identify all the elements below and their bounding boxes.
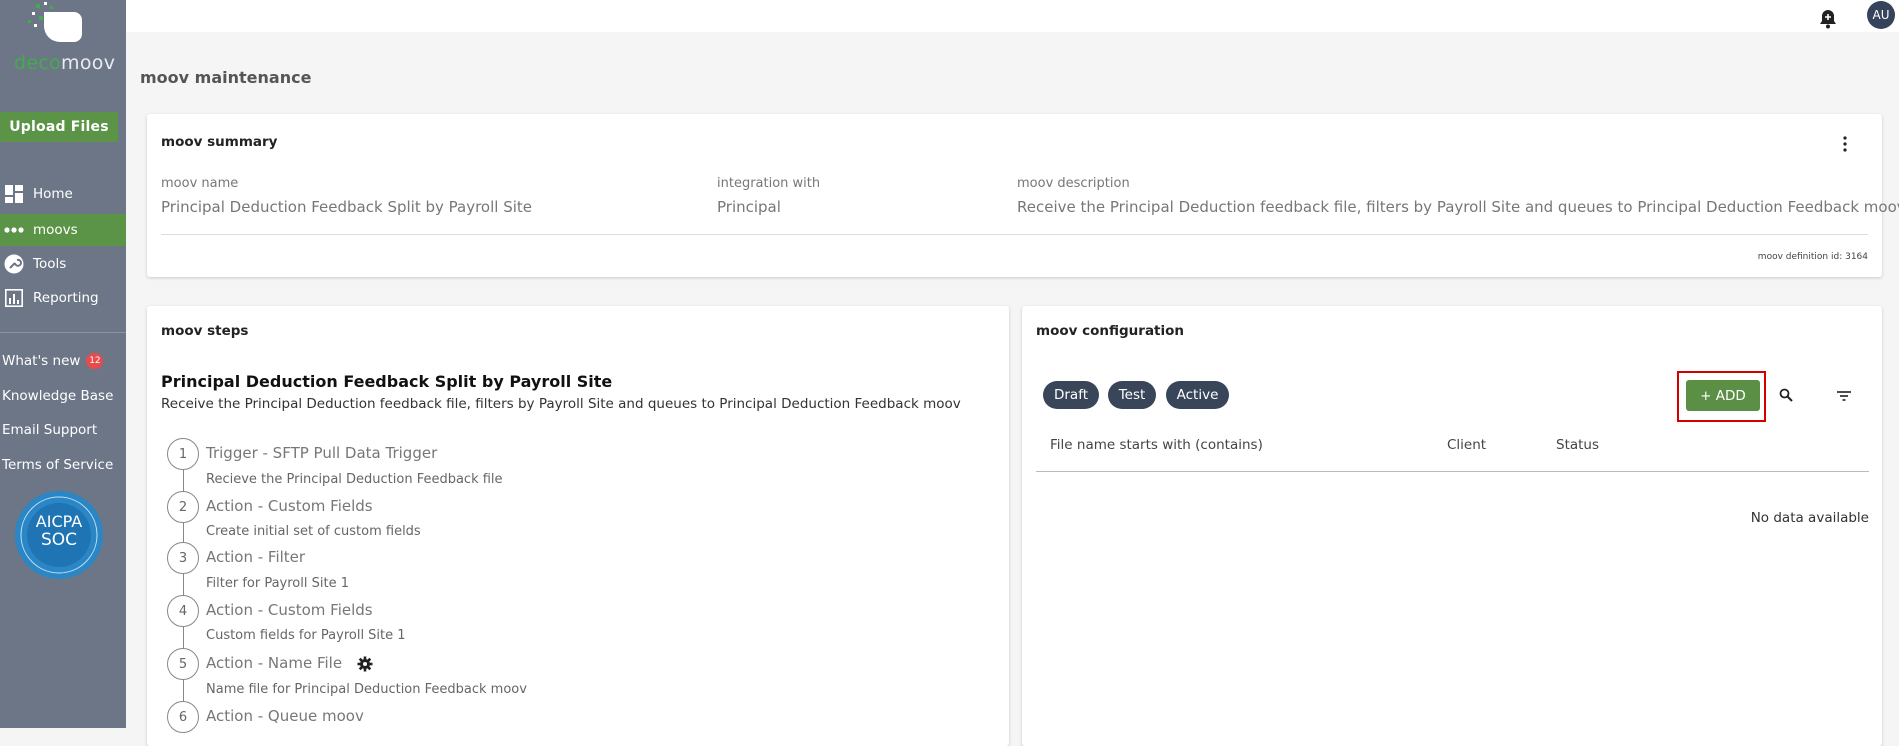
email-support-link[interactable]: Email Support bbox=[2, 422, 97, 438]
logo-mark-icon bbox=[28, 2, 82, 42]
highlight-box bbox=[1677, 371, 1766, 422]
summary-divider bbox=[161, 234, 1868, 235]
dots-icon bbox=[4, 220, 24, 240]
terms-of-service-link[interactable]: Terms of Service bbox=[2, 457, 113, 473]
nav-item-tools[interactable]: Tools bbox=[0, 248, 126, 280]
filter-icon[interactable] bbox=[1836, 388, 1852, 402]
column-header-client[interactable]: Client bbox=[1447, 437, 1486, 453]
aicpa-text: AICPA bbox=[35, 512, 83, 531]
description-label: moov description bbox=[1017, 176, 1130, 191]
summary-title: moov summary bbox=[161, 134, 278, 150]
notification-bell-icon[interactable] bbox=[1817, 8, 1839, 30]
nav-label: Reporting bbox=[33, 290, 99, 306]
nav-label: moovs bbox=[33, 222, 78, 238]
chip-active[interactable]: Active bbox=[1166, 381, 1229, 409]
definition-id: moov definition id: 3164 bbox=[1757, 252, 1868, 262]
step-number: 3 bbox=[167, 542, 199, 574]
gear-icon[interactable] bbox=[357, 656, 373, 672]
step-description: Name file for Principal Deduction Feedba… bbox=[206, 682, 527, 697]
step-title[interactable]: Action - Custom Fields bbox=[206, 601, 373, 619]
step-number: 6 bbox=[167, 701, 199, 733]
integration-label: integration with bbox=[717, 176, 821, 191]
aicpa-soc-badge: AICPA SOC bbox=[14, 490, 104, 580]
step-title[interactable]: Action - Queue moov bbox=[206, 707, 364, 725]
config-title: moov configuration bbox=[1036, 323, 1185, 339]
step-title[interactable]: Action - Custom Fields bbox=[206, 497, 373, 515]
whats-new-badge: 12 bbox=[86, 353, 104, 369]
step-number: 4 bbox=[167, 595, 199, 627]
soc-text: SOC bbox=[40, 530, 78, 550]
upload-files-button[interactable]: Upload Files bbox=[0, 112, 118, 142]
description-value: Receive the Principal Deduction feedback… bbox=[1017, 198, 1899, 216]
nav-label: Tools bbox=[33, 256, 67, 272]
step-number: 1 bbox=[167, 438, 199, 470]
step-title[interactable]: Action - Filter bbox=[206, 548, 305, 566]
knowledge-base-link[interactable]: Knowledge Base bbox=[2, 388, 113, 404]
step-description: Filter for Payroll Site 1 bbox=[206, 576, 349, 591]
nav-item-reporting[interactable]: Reporting bbox=[0, 282, 126, 314]
sidebar-divider bbox=[0, 332, 126, 333]
nav-item-home[interactable]: Home bbox=[0, 178, 126, 210]
sidebar: decomoov Upload Files Home moovs Tools R… bbox=[0, 0, 126, 728]
logo-text: decomoov bbox=[14, 52, 116, 74]
moov-name-value: Principal Deduction Feedback Split by Pa… bbox=[161, 198, 532, 216]
more-options-icon[interactable] bbox=[1838, 134, 1852, 154]
whats-new-label: What's new bbox=[2, 353, 81, 369]
table-header-divider bbox=[1036, 471, 1869, 472]
steps-card-title: moov steps bbox=[161, 323, 249, 339]
moov-summary-card: moov summary moov name Principal Deducti… bbox=[147, 114, 1899, 277]
step-number: 5 bbox=[167, 648, 199, 680]
decomoov-logo[interactable]: decomoov bbox=[6, 0, 118, 75]
top-bar: AU bbox=[126, 0, 1899, 32]
chip-draft[interactable]: Draft bbox=[1043, 381, 1099, 409]
column-header-status[interactable]: Status bbox=[1556, 437, 1599, 453]
step-description: Create initial set of custom fields bbox=[206, 524, 421, 539]
step-title[interactable]: Trigger - SFTP Pull Data Trigger bbox=[206, 444, 437, 462]
nav-label: Home bbox=[33, 186, 73, 202]
steps-moov-description: Receive the Principal Deduction feedback… bbox=[161, 396, 961, 412]
steps-moov-title: Principal Deduction Feedback Split by Pa… bbox=[161, 372, 613, 391]
column-header-filename[interactable]: File name starts with (contains) bbox=[1050, 437, 1263, 453]
step-number: 2 bbox=[167, 491, 199, 523]
page-title: moov maintenance bbox=[140, 68, 312, 87]
wrench-icon bbox=[4, 254, 24, 274]
empty-table-message: No data available bbox=[1750, 510, 1869, 526]
step-description: Recieve the Principal Deduction Feedback… bbox=[206, 472, 503, 487]
step-title[interactable]: Action - Name File bbox=[206, 654, 342, 672]
dashboard-icon bbox=[4, 184, 24, 204]
user-avatar[interactable]: AU bbox=[1867, 1, 1895, 29]
search-icon[interactable] bbox=[1778, 387, 1794, 403]
chip-test[interactable]: Test bbox=[1108, 381, 1156, 409]
chart-icon bbox=[4, 288, 24, 308]
whats-new-link[interactable]: What's new 12 bbox=[2, 353, 104, 369]
integration-value: Principal bbox=[717, 198, 781, 216]
moov-name-label: moov name bbox=[161, 176, 239, 191]
step-description: Custom fields for Payroll Site 1 bbox=[206, 628, 406, 643]
nav-item-moovs[interactable]: moovs bbox=[0, 214, 126, 246]
